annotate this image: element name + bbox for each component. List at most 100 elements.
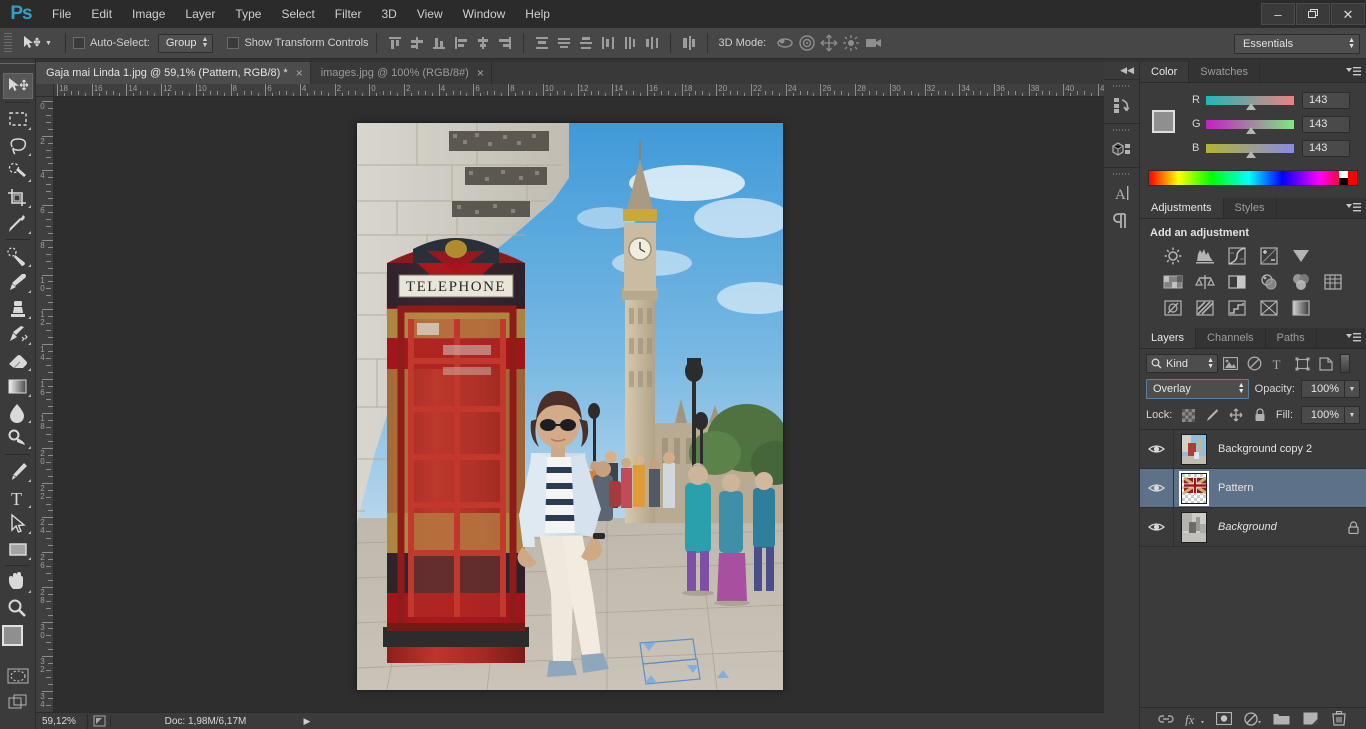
hand-tool[interactable] xyxy=(3,569,33,595)
threshold-icon[interactable] xyxy=(1226,298,1248,318)
opacity-chevron-down-icon[interactable]: ▼ xyxy=(1345,380,1360,398)
status-expand-arrow-icon[interactable]: ▶ xyxy=(300,716,314,727)
hue-saturation-icon[interactable] xyxy=(1162,272,1184,292)
vibrance-icon[interactable] xyxy=(1290,246,1312,266)
photo-filter-icon[interactable] xyxy=(1258,272,1280,292)
minimize-button[interactable]: – xyxy=(1261,3,1295,25)
screen-mode-icon[interactable] xyxy=(3,689,33,715)
workspace-selector[interactable]: Essentials ▲ ▼ xyxy=(1234,34,1360,54)
dodge-tool[interactable] xyxy=(3,425,33,451)
menu-window[interactable]: Window xyxy=(453,0,516,28)
color-lookup-icon[interactable] xyxy=(1322,272,1344,292)
close-icon[interactable]: × xyxy=(477,67,484,79)
canvas-area[interactable]: TELEPHONE xyxy=(54,97,1104,712)
layer-thumbnail-cell[interactable] xyxy=(1174,511,1214,543)
slider-track-r[interactable] xyxy=(1206,95,1294,110)
show-transform-checkbox[interactable] xyxy=(227,37,240,49)
layer-visibility-toggle[interactable] xyxy=(1140,508,1174,546)
distribute-top-edges-icon[interactable] xyxy=(531,32,553,54)
color-swatches[interactable] xyxy=(1,625,35,657)
paragraph-panel-icon[interactable] xyxy=(1107,207,1137,235)
new-fill-adjustment-icon[interactable] xyxy=(1243,710,1263,728)
path-selection-tool[interactable] xyxy=(3,510,33,536)
foreground-color-chip[interactable] xyxy=(1152,110,1175,133)
history-icon[interactable] xyxy=(1107,91,1137,119)
blur-tool[interactable] xyxy=(3,399,33,425)
show-transform-control[interactable]: Show Transform Controls xyxy=(227,37,369,49)
close-button[interactable]: ✕ xyxy=(1331,3,1365,25)
panel-menu-icon[interactable] xyxy=(1345,332,1361,344)
lock-image-pixels-icon[interactable] xyxy=(1204,407,1220,423)
new-group-icon[interactable] xyxy=(1272,710,1292,728)
lock-all-icon[interactable] xyxy=(1252,407,1268,423)
ruler-origin[interactable] xyxy=(36,84,54,97)
align-vertical-centers-icon[interactable] xyxy=(406,32,428,54)
fill-chevron-down-icon[interactable]: ▼ xyxy=(1345,406,1360,424)
character-panel-icon[interactable]: A xyxy=(1107,179,1137,207)
layer-thumbnail-cell[interactable] xyxy=(1174,433,1214,465)
menu-type[interactable]: Type xyxy=(225,0,271,28)
link-layers-icon[interactable] xyxy=(1156,710,1176,728)
crop-tool[interactable] xyxy=(3,184,33,210)
levels-icon[interactable] xyxy=(1194,246,1216,266)
layer-row[interactable]: Background copy 2 xyxy=(1140,430,1366,469)
layer-style-icon[interactable]: fx xyxy=(1185,710,1205,728)
filter-pixel-icon[interactable] xyxy=(1218,354,1242,373)
tab-swatches[interactable]: Swatches xyxy=(1189,62,1260,82)
document-canvas[interactable]: TELEPHONE xyxy=(357,123,783,690)
gradient-tool[interactable] xyxy=(3,373,33,399)
gradient-map-icon[interactable] xyxy=(1290,298,1312,318)
channel-value-b[interactable]: 143 xyxy=(1302,139,1350,157)
color-spectrum-bar[interactable] xyxy=(1148,170,1358,186)
panel-menu-icon[interactable] xyxy=(1345,66,1361,78)
layer-visibility-toggle[interactable] xyxy=(1140,430,1174,468)
selective-color-icon[interactable] xyxy=(1258,298,1280,318)
color-chips[interactable] xyxy=(1152,110,1186,144)
panel-menu-icon[interactable] xyxy=(1345,202,1361,214)
filter-smart-object-icon[interactable] xyxy=(1314,354,1338,373)
layer-visibility-toggle[interactable] xyxy=(1140,469,1174,507)
channel-value-g[interactable]: 143 xyxy=(1302,115,1350,133)
menu-filter[interactable]: Filter xyxy=(325,0,372,28)
panel-gripper[interactable] xyxy=(1112,127,1131,133)
tab-styles[interactable]: Styles xyxy=(1223,198,1277,218)
channel-value-r[interactable]: 143 xyxy=(1302,91,1350,109)
layer-name[interactable]: Background xyxy=(1214,521,1340,533)
rectangular-marquee-tool[interactable] xyxy=(3,106,33,132)
menu-image[interactable]: Image xyxy=(122,0,175,28)
opacity-value[interactable]: 100% xyxy=(1301,380,1345,398)
drag-3d-object-icon[interactable] xyxy=(818,32,840,54)
tab-color[interactable]: Color xyxy=(1140,62,1190,82)
close-icon[interactable]: × xyxy=(296,67,303,79)
fill-control[interactable]: 100% ▼ xyxy=(1301,406,1360,424)
document-tab-1[interactable]: images.jpg @ 100% (RGB/8#) × xyxy=(310,62,492,84)
rotate-3d-object-icon[interactable] xyxy=(774,32,796,54)
menu-select[interactable]: Select xyxy=(271,0,324,28)
align-bottom-edges-icon[interactable] xyxy=(428,32,450,54)
filter-type-icon[interactable]: T xyxy=(1266,354,1290,373)
fill-value[interactable]: 100% xyxy=(1301,406,1345,424)
restore-button[interactable] xyxy=(1296,3,1330,25)
auto-select-checkbox[interactable] xyxy=(72,37,85,49)
lasso-tool[interactable] xyxy=(3,132,33,158)
horizontal-type-tool[interactable]: T xyxy=(3,484,33,510)
roll-3d-object-icon[interactable] xyxy=(796,32,818,54)
menu-view[interactable]: View xyxy=(407,0,453,28)
menu-help[interactable]: Help xyxy=(515,0,560,28)
slide-3d-object-icon[interactable] xyxy=(840,32,862,54)
zoom-tool[interactable] xyxy=(3,595,33,621)
new-layer-icon[interactable] xyxy=(1301,710,1321,728)
horizontal-ruler[interactable]: 18 16 14 12 10 8 6 4 2 0 2 4 6 8 10 12 14 16 18 20 22 24 26 28 3… xyxy=(54,84,1104,97)
lock-transparent-pixels-icon[interactable] xyxy=(1180,407,1196,423)
quick-mask-mode-icon[interactable] xyxy=(3,663,33,689)
filter-shape-icon[interactable] xyxy=(1290,354,1314,373)
history-brush-tool[interactable] xyxy=(3,321,33,347)
spot-healing-brush-tool[interactable] xyxy=(3,243,33,269)
black-swatch[interactable] xyxy=(1339,178,1348,185)
slider-track-b[interactable] xyxy=(1206,143,1294,158)
distribute-left-edges-icon[interactable] xyxy=(597,32,619,54)
channel-mixer-icon[interactable] xyxy=(1290,272,1312,292)
tab-adjustments[interactable]: Adjustments xyxy=(1140,198,1224,218)
menu-edit[interactable]: Edit xyxy=(81,0,122,28)
panel-gripper[interactable] xyxy=(1112,171,1131,177)
